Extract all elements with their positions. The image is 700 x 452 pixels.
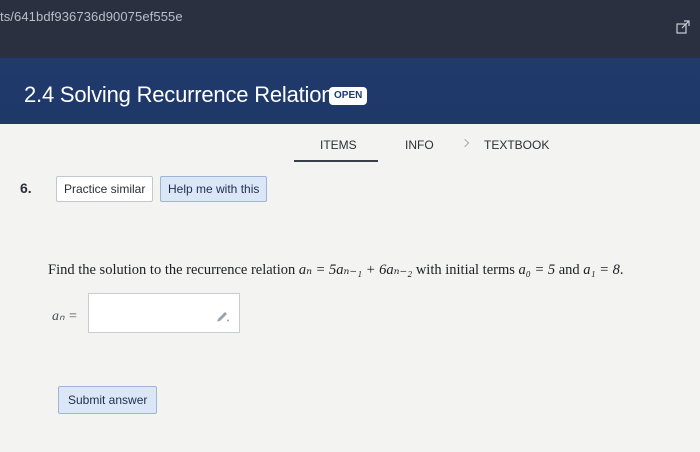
page-title: 2.4 Solving Recurrence Relations bbox=[24, 82, 345, 107]
submit-answer-button[interactable]: Submit answer bbox=[58, 386, 158, 414]
tab-items[interactable]: ITEMS bbox=[320, 138, 357, 152]
recurrence-relation: aₙ = 5aₙ₋₁ + 6aₙ₋₂ bbox=[298, 262, 413, 278]
status-badge: OPEN bbox=[329, 87, 368, 105]
question-middle: with initial terms bbox=[412, 262, 519, 278]
initial-a0: a₀ = 5 bbox=[518, 262, 556, 278]
initial-a1: a₁ = 8 bbox=[583, 262, 620, 278]
active-tab-indicator bbox=[294, 160, 378, 162]
tab-info[interactable]: INFO bbox=[405, 138, 434, 152]
url-text[interactable]: ts/641bdf936736d90075ef555e bbox=[0, 9, 183, 24]
pencil-icon[interactable] bbox=[216, 308, 230, 322]
question-suffix: . bbox=[619, 262, 624, 278]
answer-label: aₙ = bbox=[52, 309, 78, 324]
tab-textbook[interactable]: TEXTBOOK bbox=[484, 138, 549, 152]
share-icon[interactable] bbox=[676, 20, 690, 34]
question-number: 6. bbox=[20, 180, 32, 196]
question-text: Find the solution to the recurrence rela… bbox=[48, 262, 624, 279]
help-me-button[interactable]: Help me with this bbox=[160, 176, 268, 202]
question-prefix: Find the solution to the recurrence rela… bbox=[48, 262, 299, 278]
question-and: and bbox=[555, 262, 584, 278]
practice-similar-button[interactable]: Practice similar bbox=[56, 176, 154, 202]
browser-bar: ts/641bdf936736d90075ef555e bbox=[0, 0, 700, 58]
